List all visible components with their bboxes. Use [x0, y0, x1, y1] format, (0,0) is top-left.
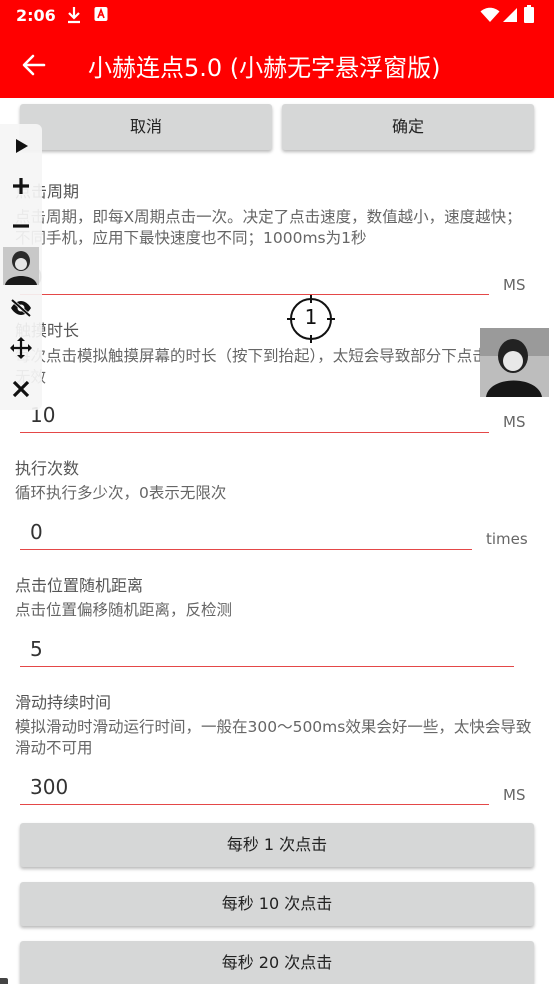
plus-icon[interactable] [9, 174, 33, 198]
play-icon[interactable] [9, 134, 33, 158]
status-bar: 2:06 [0, 0, 554, 32]
status-time: 2:06 [16, 6, 56, 25]
click-target-marker[interactable]: 1 [287, 295, 335, 343]
preset-label: 每秒 20 次点击 [221, 953, 333, 972]
preset-label: 每秒 1 次点击 [226, 835, 328, 854]
duration-input[interactable]: 10 [20, 399, 489, 433]
swipe-duration-unit: MS [503, 786, 526, 804]
preset-20-per-second-button[interactable]: 每秒 20 次点击 [20, 941, 534, 984]
random-offset-input[interactable]: 5 [20, 633, 514, 667]
period-unit: MS [503, 276, 526, 294]
period-description: 点击周期，即每X周期点击一次。决定了点击速度，数值越小，速度越快；不同手机，应用… [15, 208, 522, 247]
wifi-icon [480, 7, 500, 27]
count-value: 0 [30, 520, 43, 544]
app-notification-icon [94, 6, 108, 26]
cancel-button[interactable]: 取消 [20, 104, 272, 150]
signal-icon [502, 7, 518, 27]
preset-1-per-second-button[interactable]: 每秒 1 次点击 [20, 823, 534, 867]
floating-avatar-button[interactable] [480, 328, 549, 397]
preset-label: 每秒 10 次点击 [221, 894, 333, 913]
app-bar: 小赫连点5.0 (小赫无字悬浮窗版) [0, 32, 554, 98]
preset-10-per-second-button[interactable]: 每秒 10 次点击 [20, 882, 534, 926]
close-icon[interactable] [9, 377, 33, 401]
edge-indicator [0, 978, 8, 984]
back-arrow-icon[interactable] [20, 51, 48, 79]
count-unit: times [486, 530, 528, 548]
minus-icon[interactable] [9, 214, 33, 238]
random-offset-label: 点击位置随机距离 [15, 576, 144, 595]
swipe-duration-input[interactable]: 300 [20, 771, 489, 805]
floating-toolbar [0, 124, 42, 410]
eye-off-icon[interactable] [9, 296, 33, 320]
confirm-button-label: 确定 [391, 117, 424, 136]
random-offset-description: 点击位置偏移随机距离，反检测 [15, 601, 233, 619]
download-icon [66, 6, 82, 28]
page-title: 小赫连点5.0 (小赫无字悬浮窗版) [88, 54, 441, 82]
confirm-button[interactable]: 确定 [282, 104, 534, 150]
swipe-duration-value: 300 [30, 775, 69, 799]
count-label: 执行次数 [15, 459, 80, 478]
random-offset-value: 5 [30, 637, 43, 661]
period-input[interactable]: 0 [20, 261, 489, 295]
duration-unit: MS [503, 413, 526, 431]
swipe-duration-description: 模拟滑动时滑动运行时间，一般在300～500ms效果会好一些，太快会导致滑动不可… [15, 718, 532, 757]
move-icon[interactable] [9, 336, 33, 360]
cancel-button-label: 取消 [129, 117, 162, 136]
avatar[interactable] [3, 247, 39, 285]
click-target-number: 1 [304, 305, 318, 329]
swipe-duration-label: 滑动持续时间 [15, 693, 112, 712]
battery-icon [524, 5, 534, 27]
duration-description: 每次点击模拟触摸屏幕的时长（按下到抬起），太短会导致部分下点击无效 [15, 347, 488, 386]
count-input[interactable]: 0 [20, 516, 472, 550]
count-description: 循环执行多少次，0表示无限次 [15, 484, 227, 502]
